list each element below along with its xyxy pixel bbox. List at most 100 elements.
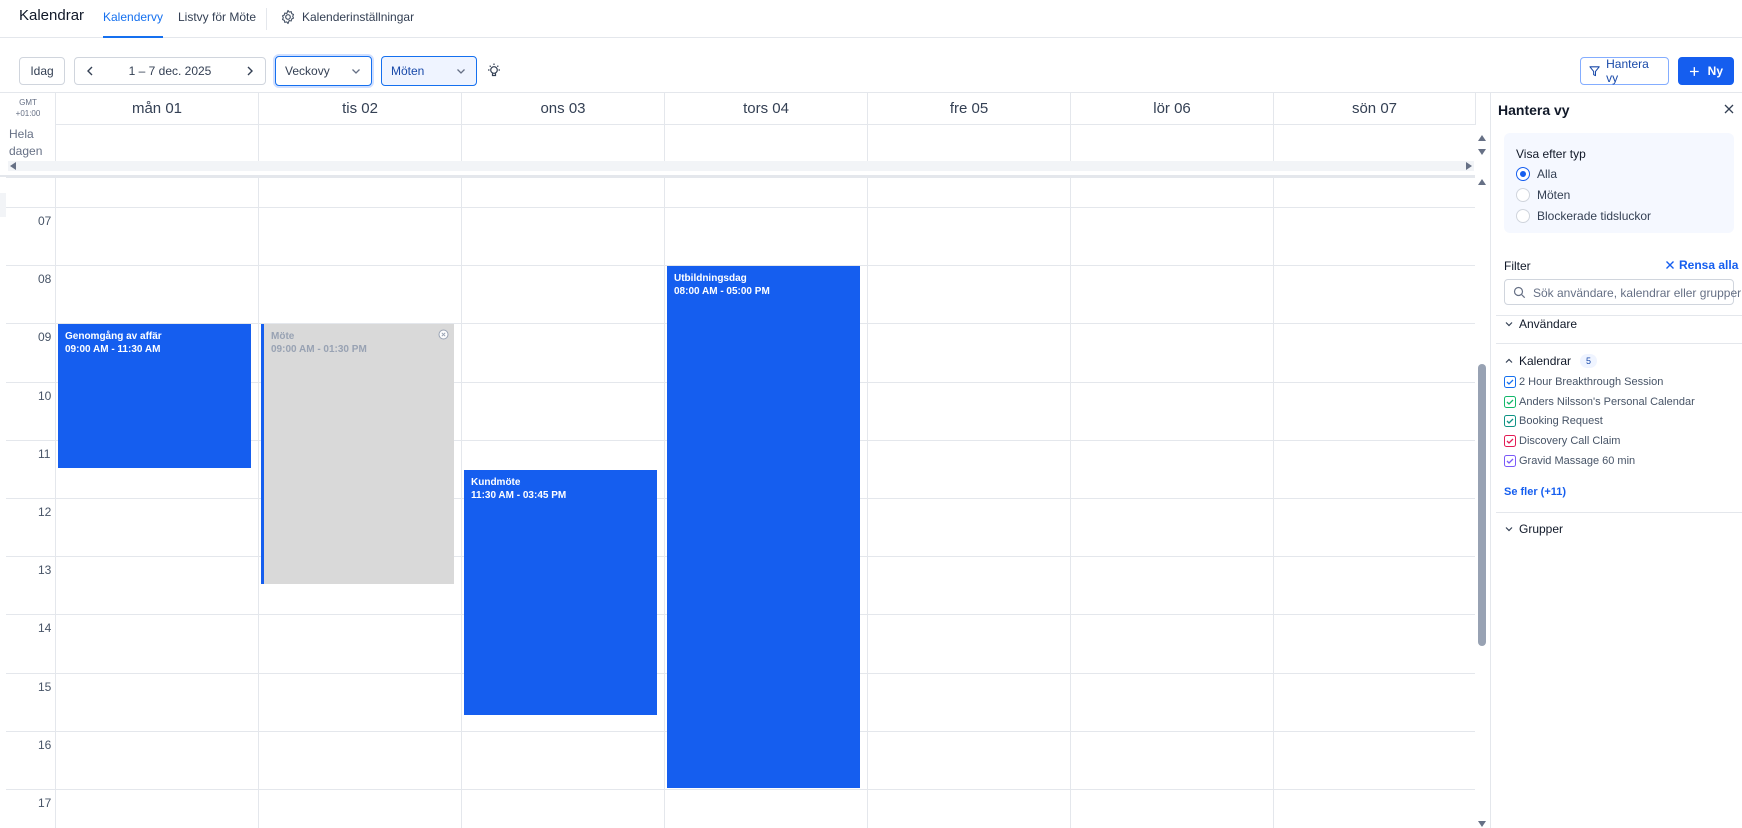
day-header[interactable]: fre 05 [867, 93, 1070, 125]
all-day-cell[interactable] [1273, 125, 1476, 161]
calendar-event[interactable]: Möte 09:00 AM - 01:30 PM [261, 324, 454, 584]
calendars-section-header[interactable]: Kalendrar 5 [1504, 354, 1598, 368]
radio-all[interactable]: Alla [1516, 165, 1716, 183]
scroll-down-arrow[interactable] [1478, 149, 1486, 155]
all-day-vertical-scrollbar[interactable] [1476, 131, 1488, 161]
chevron-up-icon [1505, 358, 1513, 363]
radio-dot [1516, 167, 1530, 181]
hour-label: 12 [38, 505, 52, 519]
top-nav: Kalendrar Kalendervy Listvy för Möte Kal… [0, 0, 1742, 38]
day-header[interactable]: lör 06 [1070, 93, 1273, 125]
chevron-down-icon [352, 69, 360, 74]
calendar-filter-label: 2 Hour Breakthrough Session [1519, 376, 1664, 388]
event-time: 09:00 AM - 11:30 AM [65, 344, 161, 355]
groups-section-label: Grupper [1519, 522, 1564, 536]
calendar-filter-item[interactable]: Gravid Massage 60 min [1504, 454, 1636, 467]
new-button[interactable]: Ny [1678, 57, 1734, 85]
horizontal-scrollbar[interactable] [8, 161, 1474, 171]
radio-meetings[interactable]: Möten [1516, 186, 1716, 204]
show-by-type-box: Visa efter typ Alla Möten Blockerade tid… [1504, 133, 1734, 233]
calendar-event[interactable]: Genomgång av affär 09:00 AM - 11:30 AM [58, 324, 251, 468]
vertical-scrollbar[interactable] [1476, 177, 1488, 828]
search-icon [1513, 286, 1526, 299]
all-day-label-line1: Hela [9, 127, 34, 141]
day-header[interactable]: mån 01 [55, 93, 258, 125]
scroll-down-arrow[interactable] [1478, 821, 1486, 827]
hour-label: 10 [38, 389, 52, 403]
filter-icon [1589, 66, 1600, 77]
all-day-cell[interactable] [55, 125, 258, 161]
day-header[interactable]: tis 02 [258, 93, 461, 125]
section-divider [1496, 343, 1742, 344]
calendar-grid: GMT +01:00 mån 01 tis 02 ons 03 tors 04 fre … [0, 92, 1490, 828]
event-title: Möte [271, 331, 295, 342]
view-select[interactable]: Veckovy [275, 56, 372, 86]
calendar-event[interactable]: Kundmöte 11:30 AM - 03:45 PM [464, 470, 657, 715]
scroll-up-arrow[interactable] [1478, 135, 1486, 141]
close-icon[interactable] [1723, 103, 1735, 115]
cancelled-icon[interactable] [438, 329, 449, 340]
calendar-filter-item[interactable]: Booking Request [1504, 415, 1603, 428]
tab-list-view[interactable]: Listvy för Möte [178, 10, 256, 38]
radio-label: Blockerade tidsluckor [1537, 209, 1652, 223]
chevron-down-icon [457, 69, 465, 74]
clear-all-button[interactable]: Rensa alla [1665, 258, 1738, 272]
calendars-section-label: Kalendrar [1519, 354, 1572, 368]
manage-view-button[interactable]: Hantera vy [1580, 57, 1669, 85]
groups-section-header[interactable]: Grupper [1504, 522, 1563, 536]
scrollbar-thumb[interactable] [1478, 364, 1486, 646]
radio-dot [1516, 188, 1530, 202]
all-day-cell[interactable] [664, 125, 867, 161]
filter-search-input[interactable]: Sök användare, kalendrar eller grupper [1504, 279, 1741, 305]
new-label: Ny [1707, 64, 1723, 78]
day-header[interactable]: tors 04 [664, 93, 867, 125]
hour-line [6, 177, 1475, 178]
hour-line [6, 789, 1475, 790]
event-time: 09:00 AM - 01:30 PM [271, 344, 367, 355]
hour-label: 09 [38, 330, 52, 344]
tab-calendar-view[interactable]: Kalendervy [103, 10, 164, 38]
radio-blocked-slots[interactable]: Blockerade tidsluckor [1516, 207, 1716, 225]
app-title: Kalendrar [19, 7, 85, 24]
gear-icon[interactable] [280, 9, 296, 25]
today-button[interactable]: Idag [19, 57, 65, 85]
all-day-cell[interactable] [461, 125, 664, 161]
lightbulb-icon[interactable] [486, 62, 502, 78]
chevron-left-icon[interactable] [83, 64, 97, 78]
all-day-cell[interactable] [258, 125, 461, 161]
checkbox-checked-icon[interactable] [1504, 435, 1516, 448]
event-time: 11:30 AM - 03:45 PM [471, 490, 567, 501]
all-day-cell[interactable] [867, 125, 1070, 161]
hour-label: 07 [38, 214, 52, 228]
section-divider [1496, 315, 1742, 316]
calendar-filter-label: Anders Nilsson's Personal Calendar [1519, 395, 1695, 408]
checkbox-checked-icon[interactable] [1504, 376, 1516, 388]
calendar-filter-item[interactable]: Discovery Call Claim [1504, 435, 1620, 448]
day-header[interactable]: sön 07 [1273, 93, 1476, 125]
panel-title: Hantera vy [1498, 102, 1570, 118]
scroll-left-arrow[interactable] [10, 162, 16, 170]
hour-label: 08 [38, 272, 52, 286]
hour-line [6, 207, 1475, 208]
type-select[interactable]: Möten [381, 56, 477, 86]
scroll-up-arrow[interactable] [1478, 179, 1486, 185]
all-day-cell[interactable] [1070, 125, 1273, 161]
tab-calendar-settings[interactable]: Kalenderinställningar [302, 10, 414, 38]
grid-edge-marker [0, 193, 6, 217]
all-day-label: Hela dagen [9, 126, 42, 160]
checkbox-checked-icon[interactable] [1504, 415, 1516, 428]
calendar-filter-item[interactable]: 2 Hour Breakthrough Session [1504, 376, 1663, 388]
scroll-right-arrow[interactable] [1466, 162, 1472, 170]
users-section-header[interactable]: Användare [1504, 317, 1577, 331]
see-more-link[interactable]: Se fler (+11) [1504, 486, 1566, 498]
nav-divider [266, 8, 267, 30]
calendar-filter-label: Gravid Massage 60 min [1519, 454, 1636, 467]
checkbox-checked-icon[interactable] [1504, 454, 1516, 467]
chevron-right-icon[interactable] [243, 64, 257, 78]
calendar-filter-item[interactable]: Anders Nilsson's Personal Calendar [1504, 395, 1695, 408]
all-day-row [55, 125, 1474, 161]
day-header[interactable]: ons 03 [461, 93, 664, 125]
plus-icon [1689, 66, 1699, 76]
calendar-event[interactable]: Utbildningsdag 08:00 AM - 05:00 PM [667, 266, 860, 788]
checkbox-checked-icon[interactable] [1504, 395, 1516, 408]
